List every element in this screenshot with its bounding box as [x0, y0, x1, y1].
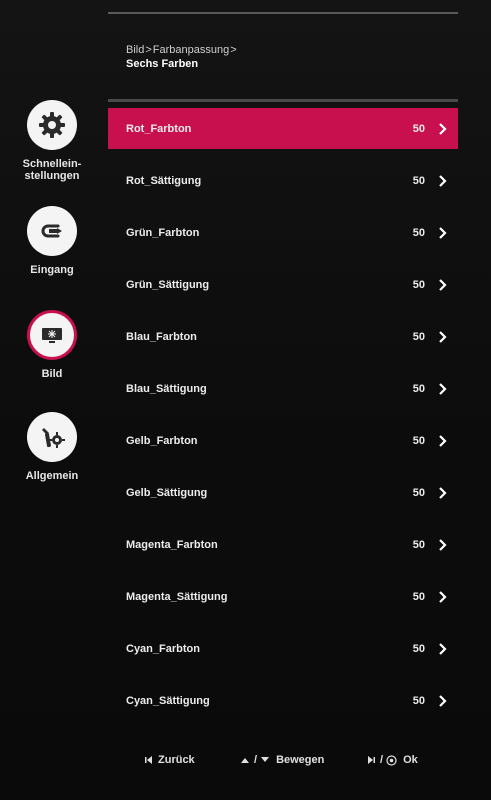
- list-item-value: 50: [412, 486, 425, 499]
- chevron-right-icon: [439, 226, 447, 239]
- breadcrumb: Bild>Farbanpassung>: [126, 44, 238, 56]
- list-item-value: 50: [412, 694, 425, 707]
- list-item-label: Gelb_Sättigung: [126, 486, 208, 499]
- list-item-value: 50: [412, 226, 425, 239]
- chevron-right-icon: [439, 642, 447, 655]
- list-item-label: Grün_Farbton: [126, 226, 200, 239]
- list-item-label: Magenta_Farbton: [126, 538, 218, 551]
- sidebar-item-input[interactable]: Eingang: [0, 206, 104, 276]
- sidebar-item-label: Bild: [41, 368, 63, 380]
- chevron-right-icon: [439, 486, 447, 499]
- list-item[interactable]: Rot_Farbton 50: [108, 108, 458, 149]
- input-icon: [27, 206, 77, 256]
- list-item[interactable]: Gelb_Sättigung 50: [108, 472, 458, 513]
- arrow-right-icon: [368, 756, 375, 764]
- list-item-label: Grün_Sättigung: [126, 278, 210, 291]
- chevron-right-icon: [439, 174, 447, 187]
- chevron-right-icon: [439, 122, 447, 135]
- list-item[interactable]: Gelb_Farbton 50: [108, 420, 458, 461]
- sidebar-item-label: Eingang: [30, 264, 74, 276]
- footer-back-hint: Zurück: [144, 754, 195, 766]
- ok-button-icon: [386, 754, 397, 766]
- sidebar-item-quick-settings[interactable]: Schnellein- stellungen: [0, 100, 104, 182]
- chevron-right-icon: [439, 538, 447, 551]
- breadcrumb-separator-icon: >: [145, 44, 152, 56]
- footer-ok-hint: / Ok: [366, 754, 418, 766]
- sidebar-item-label: Allgemein: [25, 470, 79, 482]
- page-title: Sechs Farben: [126, 58, 199, 70]
- list-item[interactable]: Cyan_Sättigung 50: [108, 680, 458, 721]
- list-item-value: 50: [412, 434, 425, 447]
- footer-move-label: Bewegen: [276, 754, 325, 766]
- chevron-right-icon: [439, 330, 447, 343]
- list-item-value: 50: [412, 122, 425, 135]
- settings-list: Rot_Farbton 50 Rot_Sättigung 50 Grün_Far…: [108, 108, 458, 732]
- chevron-right-icon: [439, 278, 447, 291]
- gear-icon: [27, 100, 77, 150]
- list-item[interactable]: Magenta_Farbton 50: [108, 524, 458, 565]
- list-item-label: Magenta_Sättigung: [126, 590, 228, 603]
- list-item[interactable]: Rot_Sättigung 50: [108, 160, 458, 201]
- sidebar-item-picture[interactable]: Bild: [0, 310, 104, 380]
- footer-back-label: Zurück: [158, 754, 195, 766]
- header-divider: [108, 99, 458, 102]
- sidebar-item-general[interactable]: Allgemein: [0, 412, 104, 482]
- list-item-label: Cyan_Sättigung: [126, 694, 210, 707]
- list-item-value: 50: [412, 174, 425, 187]
- list-item-value: 50: [412, 330, 425, 343]
- list-item-label: Rot_Sättigung: [126, 174, 202, 187]
- footer-ok-label: Ok: [403, 754, 418, 766]
- breadcrumb-item: Bild: [126, 44, 145, 56]
- list-item-value: 50: [412, 278, 425, 291]
- list-item[interactable]: Grün_Farbton 50: [108, 212, 458, 253]
- chevron-right-icon: [439, 382, 447, 395]
- top-divider: [108, 12, 458, 14]
- arrow-down-icon: [261, 757, 270, 762]
- wrench-gear-icon: [27, 412, 77, 462]
- list-item[interactable]: Blau_Sättigung 50: [108, 368, 458, 409]
- sidebar-item-label: Schnellein- stellungen: [22, 158, 82, 182]
- list-item-label: Blau_Sättigung: [126, 382, 207, 395]
- arrow-up-icon: [241, 758, 249, 763]
- list-item[interactable]: Cyan_Farbton 50: [108, 628, 458, 669]
- osd-screen: Schnellein- stellungen Eingang Bild Allg…: [0, 0, 491, 800]
- footer-move-hint: / Bewegen: [240, 754, 324, 766]
- list-item[interactable]: Magenta_Sättigung 50: [108, 576, 458, 617]
- list-item[interactable]: Grün_Sättigung 50: [108, 264, 458, 305]
- list-item-value: 50: [412, 538, 425, 551]
- sidebar: Schnellein- stellungen Eingang Bild Allg…: [0, 0, 104, 800]
- breadcrumb-separator-icon: >: [230, 44, 237, 56]
- list-item[interactable]: Blau_Farbton 50: [108, 316, 458, 357]
- list-item-value: 50: [412, 590, 425, 603]
- footer-separator: /: [380, 754, 384, 766]
- chevron-right-icon: [439, 694, 447, 707]
- chevron-right-icon: [439, 434, 447, 447]
- picture-icon: [27, 310, 77, 360]
- list-item-label: Rot_Farbton: [126, 122, 192, 135]
- list-item-value: 50: [412, 382, 425, 395]
- list-item-label: Cyan_Farbton: [126, 642, 200, 655]
- list-item-label: Gelb_Farbton: [126, 434, 198, 447]
- footer-separator: /: [254, 754, 258, 766]
- list-item-label: Blau_Farbton: [126, 330, 197, 343]
- chevron-right-icon: [439, 590, 447, 603]
- arrow-left-icon: [145, 756, 152, 764]
- list-item-value: 50: [412, 642, 425, 655]
- breadcrumb-item: Farbanpassung: [152, 44, 230, 56]
